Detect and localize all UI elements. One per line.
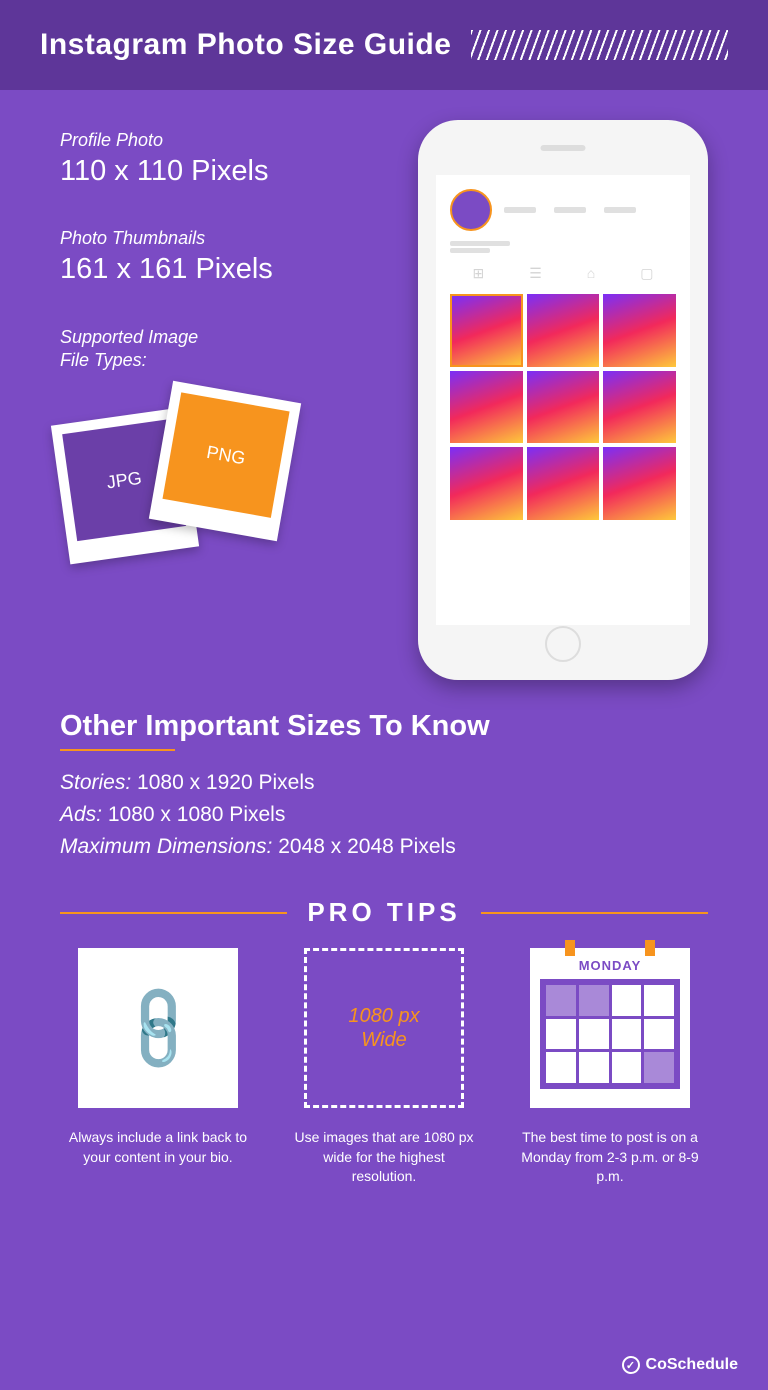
bio-line — [450, 241, 510, 246]
ads-size: Ads: 1080 x 1080 Pixels — [60, 803, 708, 827]
tagged-icon: ⌂ — [587, 265, 595, 282]
tip3-text: The best time to post is on a Monday fro… — [512, 1128, 708, 1187]
width-card: 1080 px Wide — [304, 948, 464, 1108]
avatar-icon — [450, 189, 492, 231]
decorative-stripes — [471, 30, 728, 60]
thumb-value: 161 x 161 Pixels — [60, 253, 398, 286]
page-title: Instagram Photo Size Guide — [40, 28, 451, 62]
protips-header: PRO TIPS — [0, 867, 768, 948]
grid-tile — [603, 294, 676, 367]
other-sizes: Other Important Sizes To Know Stories: 1… — [0, 680, 768, 859]
brand-name: CoSchedule — [646, 1356, 738, 1374]
stats-placeholder — [504, 207, 636, 213]
left-column: Profile Photo 110 x 110 Pixels Photo Thu… — [60, 120, 398, 680]
check-icon: ✓ — [622, 1356, 640, 1374]
calendar-clips — [530, 940, 690, 956]
grid-tile — [527, 294, 600, 367]
profile-value: 110 x 110 Pixels — [60, 155, 398, 188]
photo-grid — [450, 294, 676, 520]
protips-heading: PRO TIPS — [307, 897, 460, 928]
stat-bar — [504, 207, 536, 213]
stories-size: Stories: 1080 x 1920 Pixels — [60, 771, 708, 795]
grid-tile — [603, 447, 676, 520]
file-type-graphics: JPG PNG — [60, 391, 300, 551]
footer-brand: ✓ CoSchedule — [622, 1356, 738, 1374]
grid-tile — [527, 447, 600, 520]
grid-tile — [450, 294, 523, 367]
stat-bar — [604, 207, 636, 213]
calendar-card: MONDAY — [530, 948, 690, 1108]
tip-link: 🔗 Always include a link back to your con… — [60, 948, 256, 1187]
list-icon: ☰ — [529, 265, 542, 282]
divider-line — [60, 912, 287, 914]
calendar-label: MONDAY — [540, 958, 680, 973]
png-label: PNG — [163, 392, 290, 517]
grid-tile — [450, 371, 523, 444]
grid-tile — [603, 371, 676, 444]
max-size: Maximum Dimensions: 2048 x 2048 Pixels — [60, 835, 708, 859]
tip-time: MONDAY The best time to post is on a Mon… — [512, 948, 708, 1187]
bio-line — [450, 248, 490, 253]
divider-line — [481, 912, 708, 914]
phone-screen: ⊞ ☰ ⌂ ▢ — [436, 175, 690, 625]
calendar-grid — [540, 979, 680, 1089]
tips-row: 🔗 Always include a link back to your con… — [0, 948, 768, 1187]
tip1-text: Always include a link back to your conte… — [60, 1128, 256, 1167]
grid-tile — [527, 371, 600, 444]
profile-photo-size: Profile Photo 110 x 110 Pixels — [60, 130, 398, 188]
profile-row — [450, 189, 676, 231]
thumbnail-size: Photo Thumbnails 161 x 161 Pixels — [60, 228, 398, 286]
grid-tile — [450, 447, 523, 520]
profile-label: Profile Photo — [60, 130, 398, 151]
divider — [60, 749, 175, 751]
stat-bar — [554, 207, 586, 213]
other-heading: Other Important Sizes To Know — [60, 710, 708, 743]
link-card: 🔗 — [78, 948, 238, 1108]
supported-types: Supported Image File Types: JPG PNG — [60, 326, 398, 551]
tip2-text: Use images that are 1080 px wide for the… — [286, 1128, 482, 1187]
main-section: Profile Photo 110 x 110 Pixels Photo Thu… — [0, 90, 768, 680]
thumb-label: Photo Thumbnails — [60, 228, 398, 249]
profile-tabs: ⊞ ☰ ⌂ ▢ — [450, 265, 676, 282]
phone-mockup: ⊞ ☰ ⌂ ▢ — [418, 120, 708, 680]
supported-label: Supported Image File Types: — [60, 326, 398, 373]
header: Instagram Photo Size Guide — [0, 0, 768, 90]
bookmark-icon: ▢ — [640, 265, 653, 282]
grid-icon: ⊞ — [473, 265, 485, 282]
link-icon: 🔗 — [106, 976, 209, 1079]
png-card: PNG — [149, 381, 301, 541]
tip-width: 1080 px Wide Use images that are 1080 px… — [286, 948, 482, 1187]
